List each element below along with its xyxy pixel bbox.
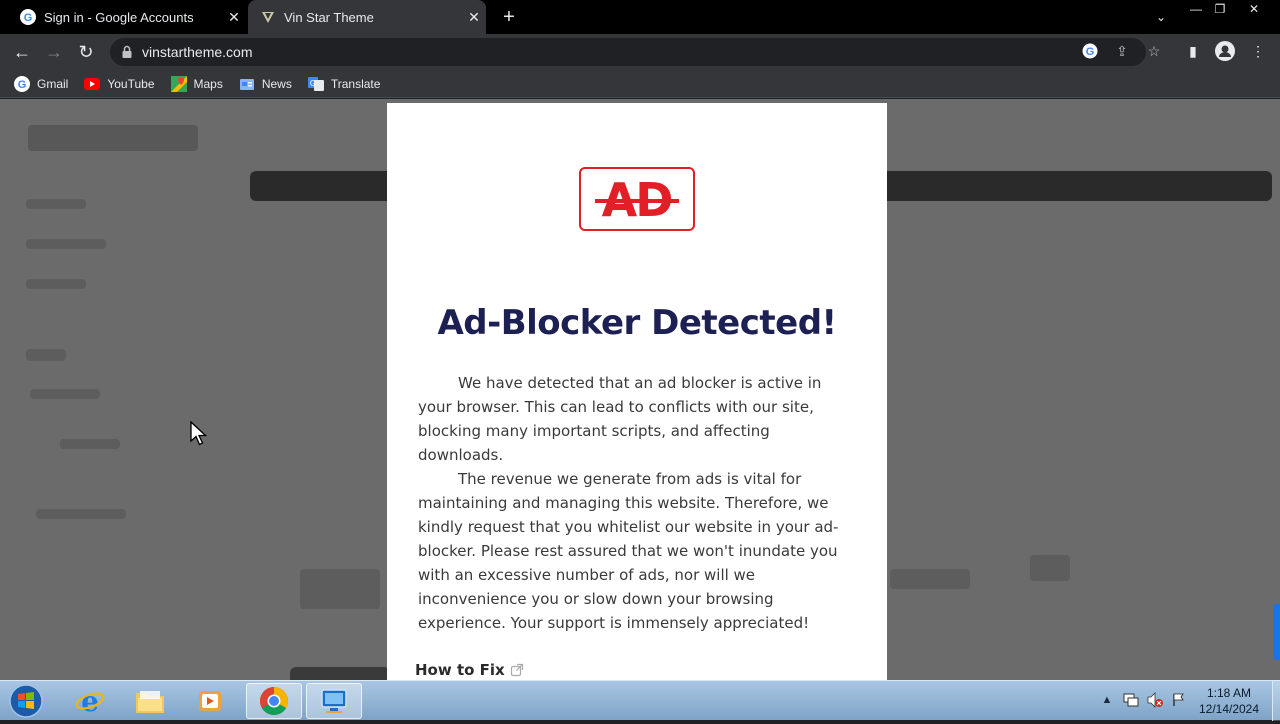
share-icon[interactable]: ⇪	[1111, 40, 1133, 62]
modal-title: Ad-Blocker Detected!	[437, 303, 837, 343]
youtube-icon	[84, 76, 101, 92]
blurred-card	[300, 569, 380, 609]
tab-google-accounts[interactable]: G Sign in - Google Accounts ✕	[8, 0, 246, 34]
tab-title: Vin Star Theme	[284, 9, 374, 25]
svg-text:e: e	[81, 686, 99, 716]
blurred-text	[30, 389, 100, 399]
show-hidden-icons[interactable]: ▲	[1098, 691, 1116, 709]
tab-search-icon[interactable]: ⌄	[1150, 8, 1172, 30]
clock-date: 12/14/2024	[1198, 702, 1260, 716]
bookmark-label: News	[261, 76, 292, 91]
blurred-card	[890, 569, 970, 589]
chrome-taskbar-icon[interactable]	[246, 683, 302, 719]
volume-muted-icon[interactable]	[1146, 691, 1164, 709]
bookmark-gmail[interactable]: G Gmail	[14, 75, 69, 92]
news-icon	[239, 76, 255, 92]
tab-title: Sign in - Google Accounts	[44, 9, 194, 25]
bookmark-label: Translate	[330, 76, 381, 91]
adblock-modal: AD Ad-Blocker Detected! We have detected…	[387, 103, 887, 680]
blurred-site-logo	[28, 125, 198, 151]
bookmark-label: Gmail	[37, 76, 69, 91]
svg-text:G: G	[18, 79, 27, 91]
maps-icon	[170, 75, 187, 92]
profile-avatar[interactable]	[1214, 40, 1236, 62]
action-center-flag-icon[interactable]	[1170, 691, 1188, 709]
blurred-text	[26, 279, 86, 289]
bookmarks-bar: G Gmail YouTube Maps News G Translate	[0, 70, 1280, 98]
bookmark-translate[interactable]: G Translate	[307, 76, 381, 92]
media-player-icon[interactable]	[182, 683, 238, 719]
forward-button[interactable]: →	[42, 40, 66, 64]
side-panel-icon[interactable]: ▮	[1182, 40, 1204, 62]
reload-button[interactable]: ↻	[74, 40, 98, 64]
ad-block-logo: AD	[579, 167, 695, 231]
restore-button[interactable]: ❐	[1210, 0, 1230, 22]
address-bar[interactable]: vinstartheme.com	[110, 38, 1146, 66]
svg-text:G: G	[1086, 46, 1095, 58]
browser-toolbar: ← → ↻ vinstartheme.com G ⇪ ☆ ▮ ⋮	[0, 34, 1280, 70]
network-icon[interactable]	[1122, 691, 1140, 709]
external-link-icon	[510, 663, 523, 677]
google-lens-icon[interactable]: G	[1079, 40, 1101, 62]
new-tab-button[interactable]: +	[498, 6, 520, 28]
translate-icon: G	[307, 76, 324, 92]
clock-time: 1:18 AM	[1206, 686, 1252, 700]
svg-text:G: G	[24, 12, 33, 24]
windows-taskbar: e ▲ 1:18 AM 12/14/2024	[0, 680, 1280, 721]
blurred-text	[60, 439, 120, 449]
blurred-button	[290, 667, 390, 680]
bookmark-maps[interactable]: Maps	[170, 75, 223, 92]
google-g-icon: G	[14, 75, 30, 92]
close-window-button[interactable]: ✕	[1244, 0, 1264, 22]
back-button[interactable]: ←	[10, 40, 34, 64]
close-tab-icon[interactable]: ✕	[462, 9, 486, 26]
menu-kebab-icon[interactable]: ⋮	[1247, 40, 1269, 62]
svg-text:G: G	[310, 79, 316, 88]
mouse-cursor-icon	[190, 421, 208, 446]
blurred-text	[26, 199, 86, 209]
close-tab-icon[interactable]: ✕	[222, 9, 246, 26]
bookmark-news[interactable]: News	[239, 76, 292, 92]
modal-paragraph-1: We have detected that an ad blocker is a…	[418, 374, 822, 464]
blurred-text	[36, 509, 126, 519]
how-to-fix-link[interactable]: How to Fix	[415, 661, 524, 679]
google-g-icon: G	[20, 9, 36, 25]
bookmark-label: Maps	[193, 76, 223, 91]
lock-icon	[122, 45, 132, 58]
how-to-fix-label: How to Fix	[415, 661, 505, 679]
bookmark-youtube[interactable]: YouTube	[84, 76, 155, 92]
bookmark-star-icon[interactable]: ☆	[1143, 40, 1165, 62]
browser-titlebar: G Sign in - Google Accounts ✕ Vin Star T…	[0, 0, 1280, 34]
remote-desktop-icon[interactable]	[306, 683, 362, 719]
scrollbar-thumb[interactable]	[1273, 604, 1280, 660]
show-desktop-button[interactable]	[1272, 681, 1280, 721]
modal-paragraph-2: The revenue we generate from ads is vita…	[418, 470, 839, 632]
blurred-card	[1030, 555, 1070, 581]
tab-vin-star-theme[interactable]: Vin Star Theme ✕	[248, 0, 486, 34]
internet-explorer-icon[interactable]: e	[62, 683, 118, 719]
bookmark-label: YouTube	[107, 76, 155, 91]
start-button[interactable]	[6, 683, 46, 719]
url-text: vinstartheme.com	[142, 44, 253, 60]
blurred-text	[26, 239, 106, 249]
blurred-text	[26, 349, 66, 361]
file-explorer-icon[interactable]	[122, 683, 178, 719]
vin-star-favicon	[260, 9, 276, 25]
minimize-button[interactable]: —	[1186, 0, 1206, 22]
system-clock[interactable]: 1:18 AM 12/14/2024	[1190, 685, 1268, 717]
page-content-overlay: AD Ad-Blocker Detected! We have detected…	[0, 99, 1280, 680]
